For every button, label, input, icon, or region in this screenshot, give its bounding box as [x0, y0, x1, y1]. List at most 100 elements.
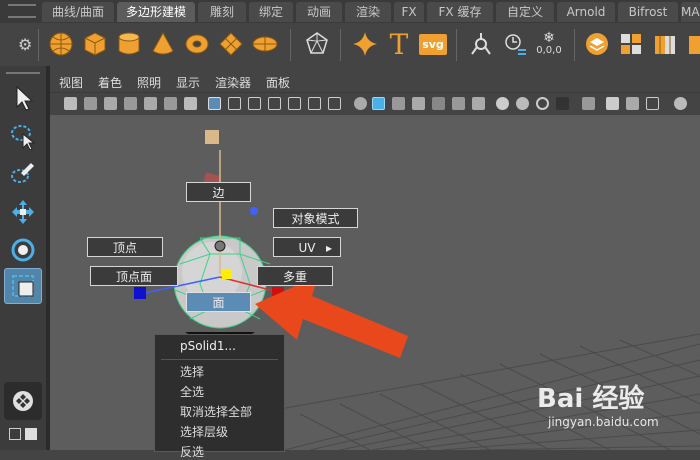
xray-active-components-icon[interactable] — [626, 97, 639, 110]
2d-pan-zoom-icon[interactable] — [144, 97, 157, 110]
use-all-lights-icon[interactable] — [432, 97, 445, 110]
ctx-select[interactable]: 选择 — [180, 363, 204, 380]
select-camera-icon[interactable] — [64, 97, 77, 110]
poly-cube-icon[interactable] — [78, 27, 112, 61]
submenu-arrow-icon: ▸ — [325, 241, 332, 255]
tab-animation[interactable]: 动画 — [296, 2, 342, 22]
single-pane-layout-icon[interactable] — [9, 428, 21, 440]
tab-fx[interactable]: FX — [394, 2, 424, 22]
x-neg-handle[interactable] — [134, 287, 146, 299]
mm-uv-label: UV — [298, 241, 316, 255]
mm-vertex[interactable]: 顶点 — [87, 237, 163, 257]
motion-blur-icon[interactable] — [496, 97, 509, 110]
isolate-select-icon[interactable] — [556, 97, 569, 110]
scale-icon — [12, 275, 34, 297]
poly-cone-icon[interactable] — [146, 27, 180, 61]
menu-panels[interactable]: 面板 — [266, 74, 290, 91]
mm-vertex-face[interactable]: 顶点面 — [90, 266, 178, 286]
tab-fx-cache[interactable]: FX 缓存 — [427, 2, 493, 22]
tab-rigging[interactable]: 绑定 — [249, 2, 293, 22]
menu-show[interactable]: 显示 — [176, 74, 200, 91]
platonic-solid-icon[interactable] — [300, 27, 334, 61]
image-plane-icon[interactable] — [124, 97, 137, 110]
film-gate-icon[interactable] — [228, 97, 241, 110]
tab-polygon-modeling[interactable]: 多边形建模 — [117, 2, 195, 22]
history-tool-icon[interactable] — [498, 27, 532, 61]
depth-of-field-icon[interactable] — [536, 97, 549, 110]
quick-layout-button[interactable] — [4, 382, 42, 420]
type-tool-icon[interactable] — [464, 27, 498, 61]
tab-sculpting[interactable]: 雕刻 — [198, 2, 246, 22]
ctx-select-all[interactable]: 全选 — [180, 383, 204, 400]
tab-rendering[interactable]: 渲染 — [345, 2, 391, 22]
smooth-shade-icon[interactable] — [372, 97, 385, 110]
menu-renderer[interactable]: 渲染器 — [215, 74, 251, 91]
grid-icon[interactable] — [184, 97, 197, 110]
poly-sphere-icon[interactable] — [44, 27, 78, 61]
tab-curves-surfaces[interactable]: 曲线/曲面 — [42, 2, 114, 22]
tab-arnold[interactable]: Arnold — [557, 2, 615, 22]
poly-cylinder-icon[interactable] — [112, 27, 146, 61]
super-shape-icon[interactable] — [348, 27, 382, 61]
mm-multi[interactable]: 多重 — [257, 266, 333, 286]
xray-icon[interactable] — [582, 97, 595, 110]
y-axis-handle[interactable] — [205, 130, 219, 144]
tab-custom[interactable]: 自定义 — [496, 2, 554, 22]
lasso-tool-button[interactable] — [4, 118, 42, 154]
xray-joints-icon[interactable] — [606, 97, 619, 110]
ctx-invert-selection[interactable]: 反选 — [180, 443, 204, 460]
quick-layout-icon — [13, 391, 33, 411]
move-tool-button[interactable] — [4, 194, 42, 230]
poly-disc-icon[interactable] — [248, 27, 282, 61]
safe-title-icon[interactable] — [328, 97, 341, 110]
scale-tool-button[interactable] — [4, 268, 42, 304]
ctx-select-hierarchy[interactable]: 选择层级 — [180, 423, 228, 440]
snow-reset-icon[interactable]: ❄ 0,0,0 — [532, 27, 566, 61]
menu-view[interactable]: 视图 — [59, 74, 83, 91]
select-tool-button[interactable] — [4, 80, 42, 116]
mm-uv[interactable]: UV ▸ — [273, 237, 341, 257]
grid-toggle-icon[interactable] — [208, 97, 221, 110]
separate-icon[interactable] — [614, 27, 648, 61]
paint-select-tool-button[interactable] — [4, 156, 42, 192]
rotate-tool-button[interactable] — [4, 232, 42, 268]
shelf-settings-gear-icon[interactable]: ⚙ — [18, 35, 32, 54]
four-pane-layout-icon[interactable] — [25, 428, 37, 440]
fill-hole-icon[interactable] — [682, 27, 700, 61]
shadows-icon[interactable] — [452, 97, 465, 110]
mm-face[interactable]: 面 — [186, 292, 251, 312]
svg-tool-icon[interactable]: svg — [416, 27, 450, 61]
anti-aliasing-icon[interactable] — [516, 97, 529, 110]
viewport-toolbar — [50, 92, 700, 115]
manipulator-center[interactable] — [222, 269, 232, 279]
extract-icon[interactable] — [648, 27, 682, 61]
gate-mask-icon[interactable] — [268, 97, 281, 110]
bookmarks-icon[interactable] — [104, 97, 117, 110]
mm-object-mode[interactable]: 对象模式 — [273, 208, 358, 228]
menu-lighting[interactable]: 照明 — [137, 74, 161, 91]
mm-edge[interactable]: 边 — [186, 182, 251, 202]
wireframe-icon[interactable] — [354, 97, 367, 110]
toolbox — [0, 66, 46, 450]
text-tool-icon[interactable]: T — [382, 27, 416, 61]
exposure-icon[interactable] — [674, 97, 687, 110]
camera-attributes-icon[interactable] — [84, 97, 97, 110]
poly-torus-icon[interactable] — [180, 27, 214, 61]
tab-bifrost[interactable]: Bifrost — [618, 2, 678, 22]
resolution-gate-icon[interactable] — [248, 97, 261, 110]
ctx-deselect-all[interactable]: 取消选择全部 — [180, 403, 252, 420]
shelf-grip[interactable] — [8, 4, 36, 18]
context-menu: pSolid1... 选择 全选 取消选择全部 选择层级 反选 — [154, 334, 285, 459]
tab-mash[interactable]: MASH — [681, 2, 700, 22]
safe-action-icon[interactable] — [308, 97, 321, 110]
combine-icon[interactable] — [580, 27, 614, 61]
viewport-2-icon[interactable] — [646, 97, 659, 110]
poly-plane-icon[interactable] — [214, 27, 248, 61]
context-menu-divider — [161, 359, 278, 360]
field-chart-icon[interactable] — [288, 97, 301, 110]
wireframe-on-shaded-icon[interactable] — [392, 97, 405, 110]
grease-pencil-icon[interactable] — [164, 97, 177, 110]
menu-shading[interactable]: 着色 — [98, 74, 122, 91]
textured-icon[interactable] — [412, 97, 425, 110]
ambient-occlusion-icon[interactable] — [472, 97, 485, 110]
